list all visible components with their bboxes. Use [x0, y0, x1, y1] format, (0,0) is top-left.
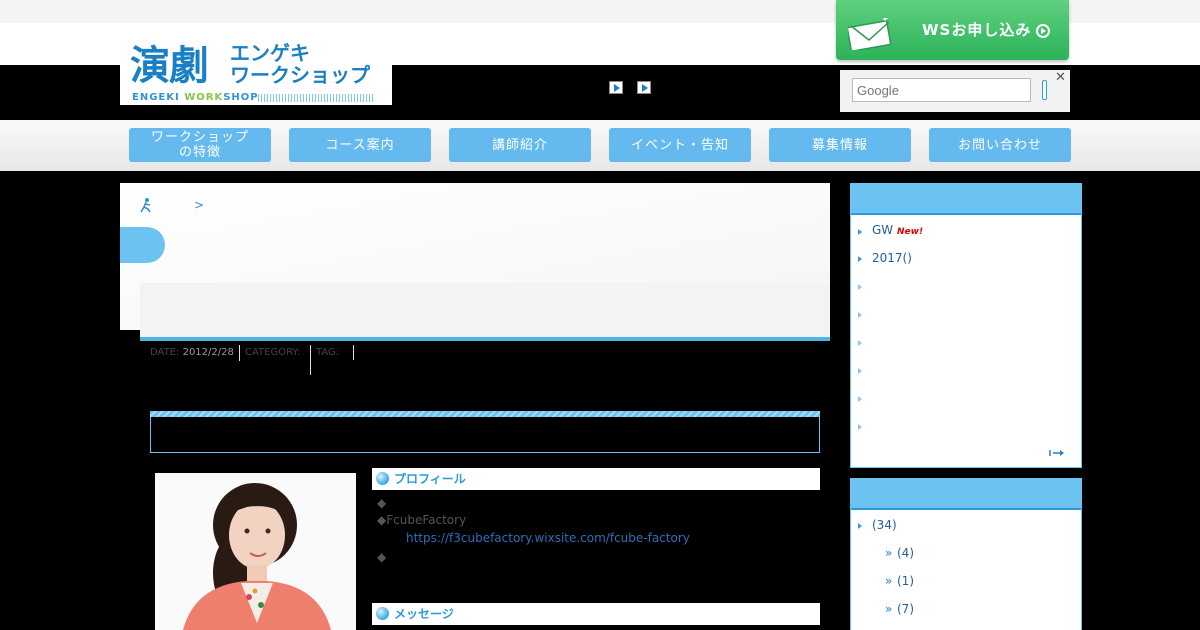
- arrow-icon: [858, 523, 862, 529]
- post-date: DATE: 2012/2/28: [150, 347, 234, 358]
- search-input[interactable]: [852, 78, 1031, 102]
- double-chevron-icon: »: [885, 602, 893, 616]
- profile-url-link[interactable]: https://f3cubefactory.wixsite.com/fcube-…: [406, 531, 690, 545]
- profile-line: ◆: [377, 496, 387, 510]
- divider: [353, 345, 354, 360]
- arrow-icon[interactable]: [858, 312, 862, 318]
- logo-kana-line1: エンゲキ: [230, 41, 310, 65]
- sidebar-news-item[interactable]: GW New!: [872, 223, 923, 239]
- bullet-circle-icon: [376, 472, 389, 485]
- article-title-box: [150, 417, 820, 453]
- play-icon[interactable]: [609, 81, 623, 94]
- sidebar-category-item[interactable]: (1): [897, 574, 914, 588]
- logo-subtitle: ENGEKI WORKSHOP: [132, 92, 259, 103]
- profile-line: ◆: [377, 550, 387, 564]
- play-icon[interactable]: [637, 81, 651, 94]
- profile-line: ◆FcubeFactory: [377, 513, 467, 527]
- divider: [310, 345, 311, 375]
- arrow-icon[interactable]: [858, 396, 862, 402]
- sidebar-category-item[interactable]: (4): [897, 546, 914, 560]
- instructor-photo: [155, 473, 356, 630]
- sidebar-news-header: [851, 184, 1081, 215]
- nav-contact[interactable]: お問い合わせ: [929, 128, 1071, 162]
- more-arrow-icon[interactable]: [1049, 449, 1065, 457]
- sidebar-news-item[interactable]: 2017(): [872, 251, 912, 265]
- nav-courses[interactable]: コース案内: [289, 128, 431, 162]
- message-heading: メッセージ: [372, 603, 820, 625]
- site-logo[interactable]: 演劇 エンゲキ ワークショップ ENGEKI WORKSHOP: [120, 40, 392, 105]
- arrow-icon[interactable]: [858, 284, 862, 290]
- nav-features[interactable]: ワークショップ の特徴: [129, 128, 271, 162]
- arrow-circle-icon: [1036, 24, 1050, 38]
- sidebar-categories-header: [851, 479, 1081, 510]
- sidebar-category-item[interactable]: (34): [872, 518, 897, 532]
- double-chevron-icon: »: [885, 574, 893, 588]
- ws-apply-button[interactable]: WSお申し込み: [836, 0, 1069, 60]
- search-box: [840, 70, 1070, 112]
- sidebar-category-item[interactable]: (7): [897, 602, 914, 616]
- arrow-icon[interactable]: [858, 424, 862, 430]
- double-chevron-icon: »: [885, 546, 893, 560]
- search-button[interactable]: [1042, 80, 1047, 100]
- new-badge: New!: [897, 227, 924, 237]
- logo-kanji: 演劇: [130, 42, 209, 89]
- envelope-icon: [848, 18, 892, 50]
- title-marker: [120, 227, 165, 263]
- nav-recruit[interactable]: 募集情報: [769, 128, 911, 162]
- breadcrumb-separator: >: [194, 198, 205, 212]
- arrow-icon[interactable]: [858, 368, 862, 374]
- ws-apply-label: WSお申し込み: [922, 21, 1032, 39]
- profile-heading: プロフィール: [372, 468, 820, 490]
- logo-kana-line2: ワークショップ: [230, 63, 370, 87]
- nav-events[interactable]: イベント・告知: [609, 128, 751, 162]
- arrow-icon: [858, 229, 862, 235]
- post-category: CATEGORY:: [245, 347, 301, 358]
- close-icon[interactable]: ✕: [1055, 71, 1066, 85]
- nav-instructors[interactable]: 講師紹介: [449, 128, 591, 162]
- title-area: [140, 283, 830, 338]
- arrow-icon[interactable]: [858, 340, 862, 346]
- title-underline: [140, 337, 830, 341]
- home-icon[interactable]: [139, 197, 153, 213]
- arrow-icon: [858, 256, 862, 262]
- post-tag: TAG:: [316, 347, 340, 358]
- logo-decoration: [258, 94, 374, 102]
- bullet-circle-icon: [376, 607, 389, 620]
- divider: [239, 345, 240, 361]
- portrait-image: [155, 473, 356, 630]
